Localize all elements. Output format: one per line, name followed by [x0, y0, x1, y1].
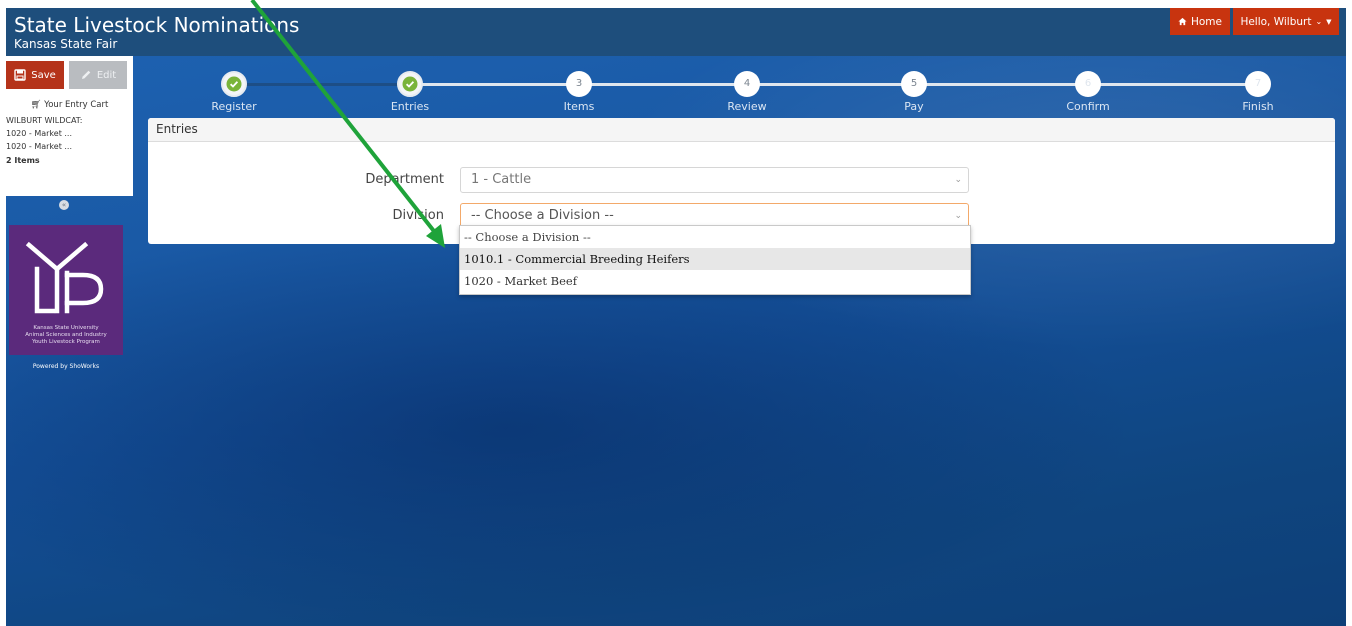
step-pay[interactable]: 5 Pay [874, 68, 954, 113]
check-icon [397, 71, 423, 97]
step-review[interactable]: 4 Review [707, 68, 787, 113]
step-number: 4 [734, 71, 760, 97]
edit-button[interactable]: Edit [69, 61, 127, 89]
home-button[interactable]: Home [1170, 8, 1230, 35]
dropdown-option-highlighted[interactable]: 1010.1 - Commercial Breeding Heifers [460, 248, 970, 270]
step-label: Finish [1242, 100, 1274, 113]
logo-text-line: Youth Livestock Program [32, 339, 100, 345]
chevron-down-icon: ⌄ [954, 175, 962, 185]
department-select[interactable]: 1 - Cattle ⌄ [460, 167, 969, 193]
user-greeting: Hello, Wilburt [1240, 15, 1312, 28]
step-label: Review [727, 100, 767, 113]
home-icon [1178, 17, 1187, 26]
step-label: Confirm [1066, 100, 1110, 113]
step-confirm[interactable]: 6 Confirm [1048, 68, 1128, 113]
caret-down-icon: ▼ [1326, 17, 1332, 26]
app-window: State Livestock Nominations Kansas State… [6, 8, 1346, 626]
top-navbar: State Livestock Nominations Kansas State… [6, 8, 1346, 56]
step-label: Register [211, 100, 257, 113]
logo-text-line: Kansas State University [33, 325, 99, 331]
app-title: State Livestock Nominations [14, 13, 300, 37]
step-register[interactable]: Register [194, 68, 274, 113]
cart-item[interactable]: 1020 - Market ... [6, 129, 72, 138]
save-button[interactable]: Save [6, 61, 64, 89]
home-label: Home [1190, 15, 1222, 28]
save-icon [14, 69, 26, 81]
step-entries[interactable]: Entries [370, 68, 450, 113]
dropdown-option[interactable]: 1020 - Market Beef [460, 270, 970, 292]
cart-owner: WILBURT WILDCAT: [6, 116, 83, 125]
collapse-sidebar-icon[interactable]: « [59, 200, 69, 210]
division-label: Division [392, 208, 444, 223]
step-finish[interactable]: 7 Finish [1218, 68, 1298, 113]
cart-title-label: Your Entry Cart [44, 100, 109, 110]
logo-text-line: Animal Sciences and Industry [25, 332, 107, 338]
app-subtitle: Kansas State Fair [14, 37, 118, 51]
chevron-down-icon: ⌄ [1315, 17, 1323, 26]
panel-title: Entries [148, 118, 1335, 142]
user-menu-button[interactable]: Hello, Wilburt ⌄ ▼ [1233, 8, 1339, 35]
step-label: Items [563, 100, 595, 113]
division-dropdown-list: -- Choose a Division -- 1010.1 - Commerc… [459, 225, 971, 295]
step-number: 3 [566, 71, 592, 97]
cart-icon: 🛒︎ [30, 100, 42, 110]
pencil-icon [81, 70, 91, 79]
sidebar-cart-panel: Save Edit 🛒︎ Your Entry Cart WILBURT WIL… [6, 56, 133, 196]
division-value: -- Choose a Division -- [471, 208, 614, 223]
cart-count: 2 Items [6, 156, 40, 165]
lyp-logo: Kansas State University Animal Sciences … [9, 225, 123, 355]
save-label: Save [31, 69, 56, 81]
cart-title[interactable]: 🛒︎ Your Entry Cart [6, 100, 133, 110]
progress-stepper: Register Entries 3 Items 4 Review 5 Pay … [146, 68, 1341, 118]
step-label: Pay [904, 100, 924, 113]
department-value: 1 - Cattle [471, 172, 532, 187]
step-number: 7 [1245, 71, 1271, 97]
dropdown-option[interactable]: -- Choose a Division -- [460, 226, 970, 248]
lyp-monogram-icon [25, 241, 104, 314]
step-items[interactable]: 3 Items [539, 68, 619, 113]
check-icon [221, 71, 247, 97]
cart-item[interactable]: 1020 - Market ... [6, 142, 72, 151]
powered-by-label: Powered by ShoWorks [32, 363, 100, 370]
department-label: Department [365, 172, 444, 187]
step-number: 6 [1075, 71, 1101, 97]
edit-label: Edit [96, 69, 117, 81]
step-label: Entries [390, 100, 430, 113]
step-number: 5 [901, 71, 927, 97]
